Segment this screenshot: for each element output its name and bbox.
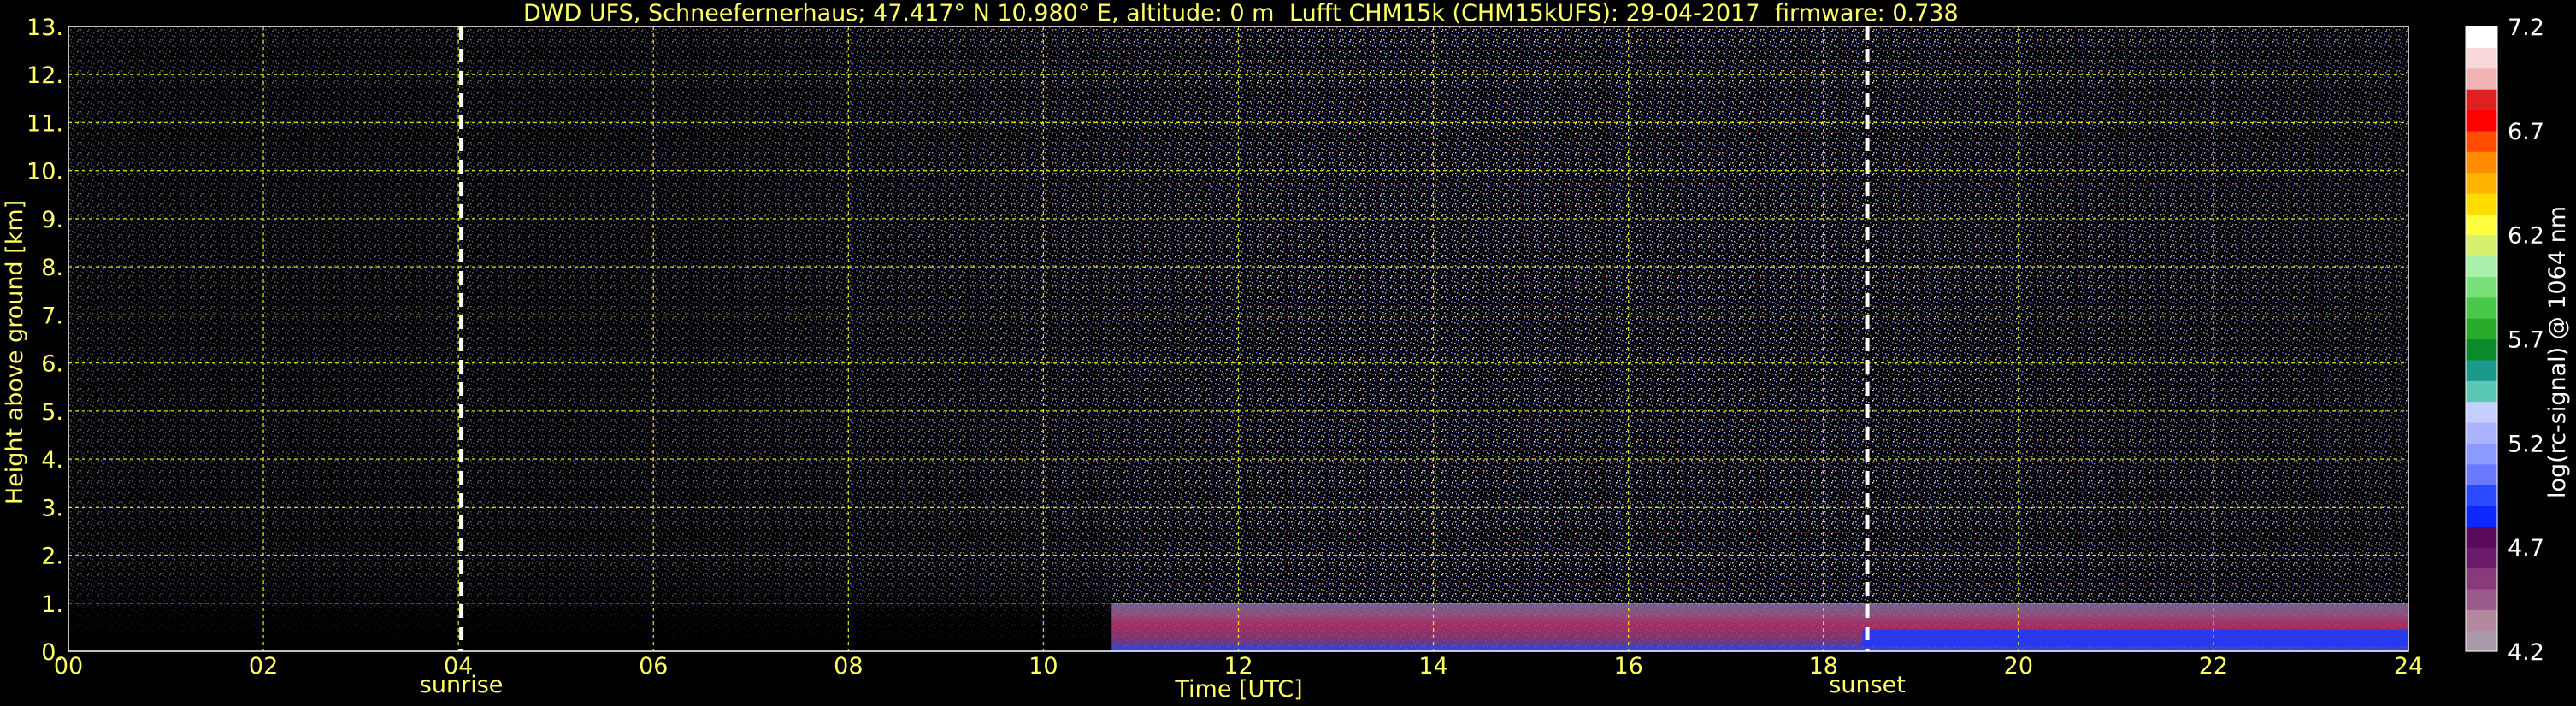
colorbar <box>2465 26 2498 652</box>
title-instrument: Lufft CHM15k (CHM15kUFS): 29-04-2017 <box>1289 0 1760 26</box>
y-tick-label: 3. <box>41 495 63 521</box>
colorbar-segment <box>2466 359 2497 381</box>
title-site: DWD UFS, Schneefernerhaus; 47.417° N 10.… <box>523 0 1274 26</box>
x-tick-label: 20 <box>2004 653 2033 680</box>
colorbar-segment <box>2466 256 2497 277</box>
colorbar-segment <box>2466 401 2497 423</box>
title-firmware: firmware: 0.738 <box>1775 0 1959 26</box>
colorbar-segment <box>2466 380 2497 403</box>
event-label-sunset: sunset <box>1829 672 1906 698</box>
y-tick-label: 9. <box>41 207 63 233</box>
colorbar-segment <box>2466 630 2497 652</box>
colorbar-segment <box>2466 130 2497 152</box>
y-tick-label: 7. <box>41 303 63 329</box>
colorbar-segment <box>2466 568 2497 590</box>
x-axis-label: Time [UTC] <box>1174 676 1302 703</box>
colorbar-ticks: 4.2 4.7 5.2 5.7 6.2 6.7 7.2 <box>2508 15 2544 666</box>
colorbar-label: log(rc-signal) @ 1064 nm <box>2544 206 2571 498</box>
colorbar-segment <box>2466 526 2497 548</box>
colorbar-segment <box>2466 68 2497 90</box>
colorbar-tick-label: 4.2 <box>2508 639 2544 666</box>
colorbar-segment <box>2466 443 2497 465</box>
colorbar-tick-label: 7.2 <box>2508 15 2544 41</box>
y-tick-label: 6. <box>41 351 63 378</box>
colorbar-segment <box>2466 109 2497 132</box>
y-tick-label: 13. <box>27 15 63 41</box>
x-tick-label: 10 <box>1029 653 1058 680</box>
colorbar-segment <box>2466 609 2497 632</box>
y-axis-ticks: 0. 1. 2. 3. 4. 5. 6. 7. 8. 9. 10. 11. 12. 13. <box>27 15 63 666</box>
x-tick-label: 16 <box>1613 653 1642 680</box>
y-tick-label: 12. <box>27 62 63 89</box>
y-tick-label: 11. <box>27 110 63 137</box>
colorbar-segment <box>2466 505 2497 527</box>
y-tick-label: 8. <box>41 255 63 281</box>
colorbar-segment <box>2466 297 2497 319</box>
y-tick-label: 2. <box>41 544 63 570</box>
strong-layer-region <box>1862 629 2408 647</box>
colorbar-segment <box>2466 192 2497 215</box>
colorbar-segment <box>2466 89 2497 111</box>
colorbar-segment <box>2466 151 2497 174</box>
colorbar-segment <box>2466 421 2497 444</box>
colorbar-segment <box>2466 463 2497 485</box>
colorbar-segment <box>2466 588 2497 610</box>
colorbar-tick-label: 6.7 <box>2508 119 2544 145</box>
y-tick-label: 5. <box>41 399 63 426</box>
y-tick-label: 10. <box>27 159 63 185</box>
colorbar-segment <box>2466 47 2497 69</box>
y-tick-label: 1. <box>41 591 63 618</box>
x-tick-label: 06 <box>639 653 668 680</box>
low-altitude-dark-zone <box>68 449 1112 651</box>
ceilometer-chart: 00 02 04 06 08 10 12 14 16 18 20 22 24 0.1.2.3.4.5.6… <box>2 0 2571 703</box>
colorbar-tick-label: 5.7 <box>2508 327 2544 354</box>
colorbar-segment <box>2466 234 2497 256</box>
x-tick-label: 08 <box>834 653 863 680</box>
x-tick-label: 22 <box>2199 653 2228 680</box>
colorbar-tick-label: 6.2 <box>2508 223 2544 250</box>
y-axis-label: Height above ground [km] <box>2 200 28 504</box>
colorbar-segment <box>2466 172 2497 194</box>
colorbar-tick-label: 5.2 <box>2508 431 2544 457</box>
y-tick-label: 0. <box>41 639 63 666</box>
colorbar-segment <box>2466 318 2497 340</box>
x-tick-label: 02 <box>249 653 278 680</box>
colorbar-segment <box>2466 214 2497 236</box>
colorbar-segment <box>2466 338 2497 361</box>
event-label-sunrise: sunrise <box>420 672 504 698</box>
colorbar-segment <box>2466 26 2497 48</box>
colorbar-tick-label: 4.7 <box>2508 535 2544 562</box>
colorbar-segment <box>2466 547 2497 569</box>
y-tick-label: 4. <box>41 447 63 474</box>
colorbar-segment <box>2466 276 2497 298</box>
plot-area <box>68 26 2408 651</box>
colorbar-segment <box>2466 485 2497 507</box>
x-tick-label: 24 <box>2394 653 2423 680</box>
x-tick-label: 14 <box>1418 653 1447 680</box>
